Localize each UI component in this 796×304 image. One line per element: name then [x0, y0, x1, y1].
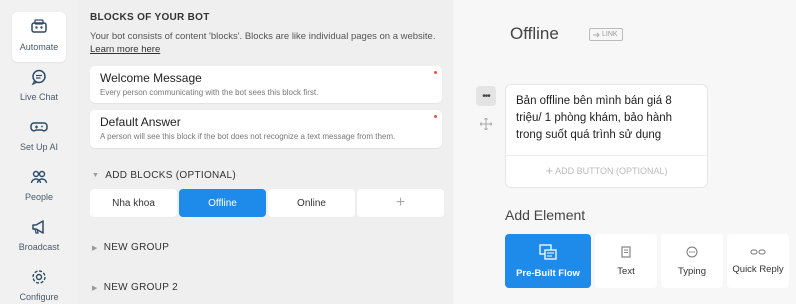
- block-name[interactable]: Offline: [510, 24, 559, 44]
- group-title: NEW GROUP: [103, 242, 170, 253]
- nav-item-set-up-ai[interactable]: Set Up AI: [12, 112, 66, 162]
- element-label: Typing: [678, 265, 706, 277]
- add-block-button[interactable]: +: [357, 189, 444, 217]
- nav-label: Live Chat: [19, 92, 59, 102]
- quick-reply-element-button[interactable]: Quick Reply: [727, 234, 789, 288]
- nav-label: Automate: [19, 42, 59, 52]
- learn-more-link[interactable]: Learn more here: [90, 44, 160, 55]
- quick-reply-icon: [750, 249, 766, 254]
- description-text: Your bot consists of content 'blocks'. B…: [90, 31, 436, 42]
- plus-icon: +: [545, 163, 554, 178]
- element-label: Pre-Built Flow: [516, 267, 580, 279]
- add-button-option[interactable]: + ADD BUTTON (OPTIONAL): [506, 163, 707, 178]
- nav-item-configure[interactable]: Configure: [12, 262, 66, 304]
- group-header-1[interactable]: ▶ NEW GROUP: [92, 242, 169, 253]
- element-label: Text: [617, 265, 635, 277]
- nav-label: People: [24, 192, 54, 202]
- text-card-content[interactable]: Bản offline bên mình bán giá 8 triệu/ 1 …: [506, 85, 707, 152]
- chat-bubble-icon: [31, 69, 46, 86]
- robot-icon: [31, 19, 47, 33]
- blocks-section-title: BLOCKS OF YOUR BOT: [90, 12, 210, 23]
- pre-built-flow-button[interactable]: Pre-Built Flow: [505, 234, 591, 288]
- block-chip[interactable]: Nha khoa: [90, 189, 177, 217]
- typing-icon: [686, 246, 698, 257]
- nav-item-automate[interactable]: Automate: [12, 12, 66, 62]
- people-icon: [30, 170, 48, 184]
- link-label: LINK: [602, 31, 618, 38]
- block-subtitle: Every person communicating with the bot …: [100, 88, 319, 97]
- block-title: Welcome Message: [100, 71, 202, 85]
- card-divider: [506, 155, 707, 156]
- group-title: NEW GROUP 2: [103, 282, 178, 293]
- caret-right-icon: ▶: [92, 244, 98, 252]
- block-card-default-answer[interactable]: Default Answer A person will see this bl…: [90, 110, 442, 148]
- add-element-title: Add Element: [505, 207, 586, 223]
- add-blocks-group-header[interactable]: ▼ ADD BLOCKS (OPTIONAL): [92, 170, 236, 181]
- block-editor: Offline LINK ••• Bản offline bên mình bá…: [453, 0, 796, 304]
- block-chip-active[interactable]: Offline: [179, 189, 266, 217]
- gear-icon: [32, 270, 46, 284]
- more-options-button[interactable]: •••: [476, 86, 496, 106]
- status-dot: [434, 115, 437, 118]
- left-nav: Automate Live Chat Set Up AI People Broa…: [0, 0, 78, 304]
- text-icon: [621, 245, 631, 258]
- blocks-description: Your bot consists of content 'blocks'. B…: [90, 30, 440, 56]
- link-icon: [593, 32, 600, 37]
- drag-handle-icon[interactable]: [480, 118, 492, 130]
- block-title: Default Answer: [100, 115, 181, 129]
- gamepad-icon: [30, 122, 48, 132]
- nav-item-live-chat[interactable]: Live Chat: [12, 62, 66, 112]
- block-card-welcome[interactable]: Welcome Message Every person communicati…: [90, 66, 442, 103]
- element-label: Quick Reply: [732, 263, 784, 275]
- text-element-button[interactable]: Text: [595, 234, 657, 288]
- megaphone-icon: [32, 220, 44, 234]
- flow-icon: [539, 243, 557, 260]
- element-row: Pre-Built Flow Text Typing Quick Reply: [505, 234, 789, 288]
- group-title: ADD BLOCKS (OPTIONAL): [105, 170, 237, 181]
- nav-label: Broadcast: [18, 242, 60, 252]
- block-chip[interactable]: Online: [268, 189, 355, 217]
- group-header-2[interactable]: ▶ NEW GROUP 2: [92, 282, 178, 293]
- nav-label: Set Up AI: [19, 142, 59, 152]
- nav-item-people[interactable]: People: [12, 162, 66, 212]
- caret-right-icon: ▶: [92, 284, 98, 292]
- link-badge[interactable]: LINK: [589, 28, 623, 41]
- blocks-panel: BLOCKS OF YOUR BOT Your bot consists of …: [78, 0, 453, 304]
- typing-element-button[interactable]: Typing: [661, 234, 723, 288]
- text-card[interactable]: Bản offline bên mình bán giá 8 triệu/ 1 …: [505, 84, 708, 188]
- block-chips: Nha khoa Offline Online +: [90, 189, 444, 217]
- nav-label: Configure: [19, 292, 59, 302]
- caret-down-icon: ▼: [92, 172, 100, 179]
- status-dot: [434, 71, 437, 74]
- nav-item-broadcast[interactable]: Broadcast: [12, 212, 66, 262]
- add-button-label: ADD BUTTON (OPTIONAL): [555, 166, 668, 176]
- block-subtitle: A person will see this block if the bot …: [100, 132, 396, 141]
